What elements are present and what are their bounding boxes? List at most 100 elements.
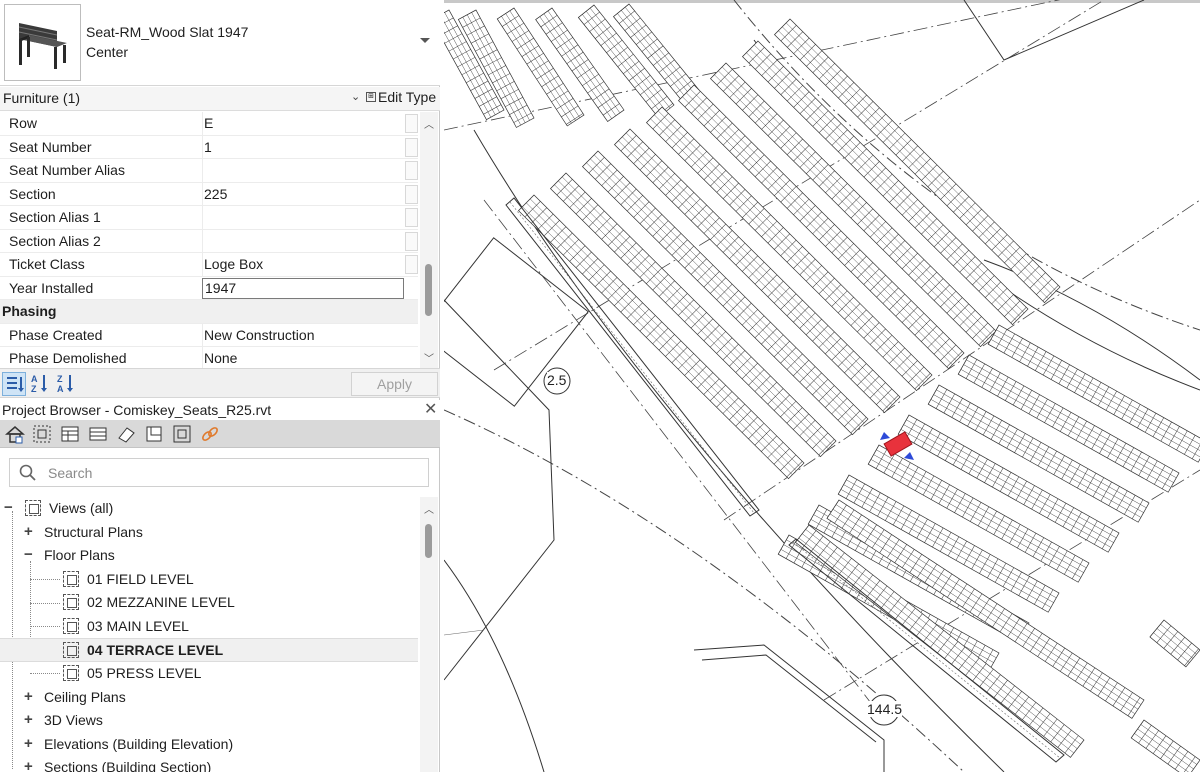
type-family-name: Seat-RM_Wood Slat 1947 xyxy=(86,24,249,40)
properties-filter-bar: Furniture (1) ⌄ ⊞ Edit Type xyxy=(0,87,440,111)
tree-node-label: Floor Plans xyxy=(44,547,115,563)
group-label: Phasing xyxy=(2,303,57,319)
floor-plan-icon xyxy=(63,571,79,587)
property-value[interactable]: None xyxy=(204,350,237,366)
edit-type-button[interactable]: ⊞ Edit Type xyxy=(366,89,436,105)
property-row[interactable]: Seat Number 1 xyxy=(0,135,418,159)
project-browser-toolbar xyxy=(0,420,440,448)
type-name: Center xyxy=(86,44,129,60)
tree-node-floor-plan[interactable]: 03 MAIN LEVEL xyxy=(0,615,418,639)
bench-thumbnail-icon xyxy=(4,4,81,81)
tree-node-elevations[interactable]: + Elevations (Building Elevation) xyxy=(0,733,418,757)
tree-node-floor-plan[interactable]: 02 MEZZANINE LEVEL xyxy=(0,591,418,615)
tree-node-label: 05 PRESS LEVEL xyxy=(87,665,202,681)
scroll-up-icon[interactable]: ︿ xyxy=(424,501,434,516)
tree-node-floor-plan[interactable]: 05 PRESS LEVEL xyxy=(0,662,418,686)
property-button[interactable] xyxy=(405,231,418,251)
properties-grid: Row E Seat Number 1 Seat Number Alias Se… xyxy=(0,112,418,368)
property-row[interactable]: Phase Demolished None xyxy=(0,347,418,368)
edit-type-icon: ⊞ xyxy=(366,92,376,102)
property-name: Year Installed xyxy=(9,279,94,296)
property-value[interactable]: 225 xyxy=(204,186,227,202)
tree-node-structural-plans[interactable]: + Structural Plans xyxy=(0,521,418,545)
category-filter[interactable]: Furniture (1) xyxy=(3,90,80,106)
property-button[interactable] xyxy=(405,137,418,157)
property-row[interactable]: Seat Number Alias xyxy=(0,159,418,183)
edit-type-label: Edit Type xyxy=(378,89,437,105)
expand-icon[interactable]: + xyxy=(24,711,33,728)
property-value[interactable]: New Construction xyxy=(204,327,315,343)
property-value[interactable]: Loge Box xyxy=(204,256,263,272)
property-row[interactable]: Ticket Class Loge Box xyxy=(0,253,418,277)
tree-node-sections[interactable]: + Sections (Building Section) xyxy=(0,756,418,772)
scroll-thumb[interactable] xyxy=(425,264,432,316)
phasing-group-header[interactable]: Phasing xyxy=(0,300,418,324)
chevron-down-icon[interactable]: ⌄ xyxy=(351,90,360,103)
property-name: Seat Number xyxy=(9,138,92,155)
scroll-up-icon[interactable]: ︿ xyxy=(424,116,434,131)
views-icon[interactable] xyxy=(31,423,53,445)
floor-plan-icon xyxy=(63,665,79,681)
groups-icon[interactable] xyxy=(171,423,193,445)
svg-text:A: A xyxy=(57,384,64,394)
search-input[interactable] xyxy=(48,465,418,481)
tree-node-label: Structural Plans xyxy=(44,524,143,540)
scroll-down-icon[interactable]: ﹀ xyxy=(424,350,434,365)
svg-text:A: A xyxy=(31,374,38,384)
type-dropdown-icon[interactable] xyxy=(420,38,430,43)
type-selector[interactable]: Seat-RM_Wood Slat 1947 Center xyxy=(0,0,440,86)
grid-tag[interactable]: 2.5 xyxy=(547,372,567,388)
property-row[interactable]: Section Alias 1 xyxy=(0,206,418,230)
tree-node-3d-views[interactable]: + 3D Views xyxy=(0,709,418,733)
tree-scrollbar[interactable]: ︿ xyxy=(420,497,438,772)
scroll-thumb[interactable] xyxy=(425,524,432,558)
close-icon[interactable]: ✕ xyxy=(424,399,437,419)
property-row[interactable]: Section Alias 2 xyxy=(0,229,418,253)
home-icon[interactable] xyxy=(4,423,26,445)
tree-node-floor-plan[interactable]: 01 FIELD LEVEL xyxy=(0,568,418,592)
families-icon[interactable] xyxy=(143,423,165,445)
links-icon[interactable] xyxy=(199,423,221,445)
grid-tag[interactable]: 144.5 xyxy=(867,701,903,717)
property-button[interactable] xyxy=(405,114,418,133)
sort-descending-icon[interactable]: ZA xyxy=(54,372,78,396)
drawing-canvas[interactable]: 2.5 144.5 xyxy=(444,0,1200,772)
year-installed-input[interactable]: 1947 xyxy=(202,277,404,299)
tree-node-ceiling-plans[interactable]: + Ceiling Plans xyxy=(0,686,418,710)
schedules-icon[interactable] xyxy=(59,423,81,445)
tree-node-floor-plans[interactable]: − Floor Plans xyxy=(0,544,418,568)
property-name: Seat Number Alias xyxy=(9,162,125,178)
collapse-icon[interactable]: − xyxy=(4,499,13,516)
expand-icon[interactable]: + xyxy=(24,735,33,752)
property-value[interactable]: 1 xyxy=(204,139,212,155)
project-browser-tree: − Views (all) + Structural Plans − Floor… xyxy=(0,497,418,772)
legends-icon[interactable] xyxy=(87,423,109,445)
property-button[interactable] xyxy=(405,184,418,204)
property-button[interactable] xyxy=(405,208,418,227)
collapse-icon[interactable]: − xyxy=(24,546,33,563)
property-button[interactable] xyxy=(405,161,418,180)
sort-categorized-icon[interactable] xyxy=(2,372,26,396)
tree-node-label: 3D Views xyxy=(44,712,103,728)
expand-icon[interactable]: + xyxy=(24,688,33,705)
property-button[interactable] xyxy=(405,255,418,274)
apply-button[interactable]: Apply xyxy=(351,372,438,396)
tree-node-label: Elevations (Building Elevation) xyxy=(44,736,234,752)
svg-text:Z: Z xyxy=(31,384,37,394)
tree-node-floor-plan-active[interactable]: 04 TERRACE LEVEL xyxy=(0,638,418,662)
tree-node-views-all[interactable]: − Views (all) xyxy=(0,497,418,521)
expand-icon[interactable]: + xyxy=(24,758,33,772)
property-row-editing[interactable]: Year Installed 1947 xyxy=(0,277,418,300)
property-row[interactable]: Section 225 xyxy=(0,182,418,206)
svg-text:Z: Z xyxy=(57,374,63,384)
expand-icon[interactable]: + xyxy=(24,523,33,540)
property-value[interactable]: E xyxy=(204,115,213,131)
properties-scrollbar[interactable]: ︿ ﹀ xyxy=(420,112,438,368)
sheets-icon[interactable] xyxy=(115,423,137,445)
property-row[interactable]: Row E xyxy=(0,112,418,136)
project-browser-search[interactable] xyxy=(9,458,429,487)
property-row[interactable]: Phase Created New Construction xyxy=(0,323,418,347)
sort-ascending-icon[interactable]: AZ xyxy=(28,372,52,396)
tree-node-label: Views (all) xyxy=(49,500,114,516)
tree-node-label: 04 TERRACE LEVEL xyxy=(87,642,224,658)
